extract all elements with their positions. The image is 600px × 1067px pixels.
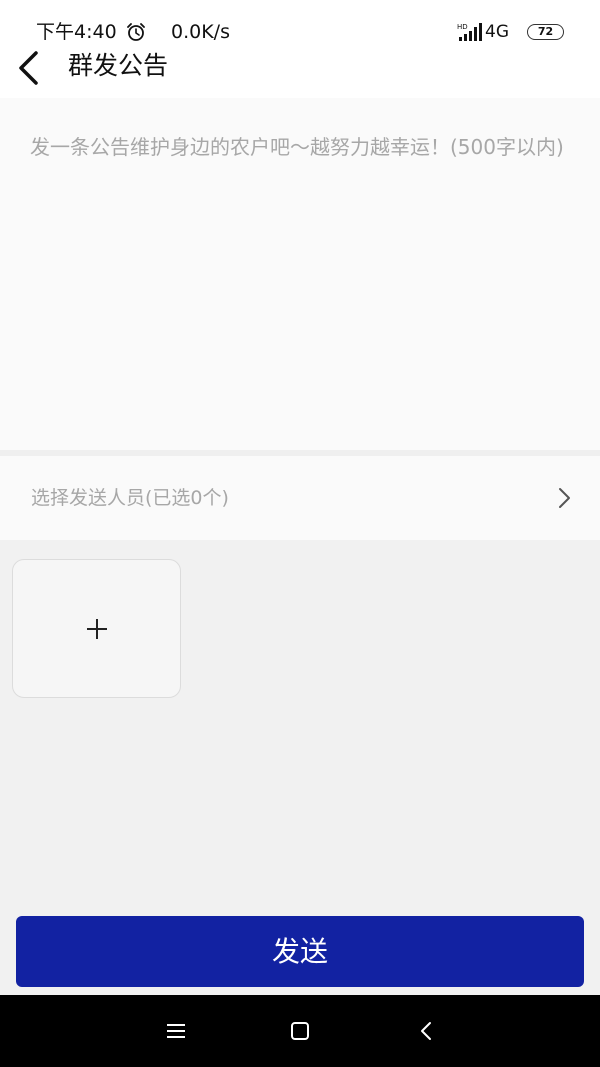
screen: 下午4:40 0.0K/s HD 4G 72 群发公告 发一条公告维护身边的农户… [0, 0, 600, 1067]
back-button[interactable] [8, 48, 48, 88]
notice-input-area [0, 98, 600, 450]
signal-icon: HD [457, 23, 482, 41]
plus-icon [86, 618, 107, 639]
system-back-button[interactable] [410, 1015, 442, 1047]
chevron-right-icon [559, 488, 570, 508]
status-bar: 下午4:40 0.0K/s HD 4G 72 [0, 0, 600, 44]
top-area: 下午4:40 0.0K/s HD 4G 72 群发公告 [0, 0, 600, 98]
page-title: 群发公告 [68, 51, 169, 80]
send-button[interactable]: 发送 [16, 916, 584, 987]
header: 群发公告 [0, 44, 600, 98]
alarm-icon [127, 23, 145, 41]
battery-icon: 72 [527, 24, 564, 40]
add-image-button[interactable] [12, 559, 181, 698]
home-button[interactable] [284, 1015, 316, 1047]
network-speed: 0.0K/s [171, 21, 230, 43]
svg-text:HD: HD [457, 23, 468, 31]
menu-icon [167, 1024, 185, 1038]
back-icon [421, 1022, 431, 1040]
status-time: 下午4:40 [36, 21, 117, 43]
system-nav-bar [0, 995, 600, 1067]
select-recipients-row[interactable]: 选择发送人员(已选0个) [0, 456, 600, 540]
notice-input[interactable] [0, 98, 600, 450]
chevron-left-icon [19, 51, 38, 85]
menu-button[interactable] [160, 1015, 192, 1047]
select-recipients-label: 选择发送人员(已选0个) [31, 487, 229, 509]
home-icon [291, 1022, 309, 1040]
battery-level: 72 [537, 25, 554, 38]
network-type: 4G [485, 22, 509, 42]
